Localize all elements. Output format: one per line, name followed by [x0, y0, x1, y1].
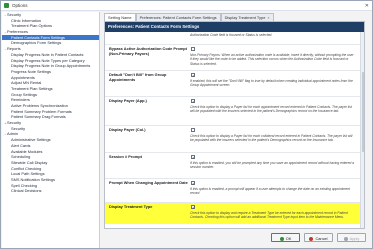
settings-tree: −Security Clinic Information Treatment Pla… — [2, 12, 100, 248]
setting-label: Session # Prompt — [109, 154, 142, 159]
setting-label: Bypass Active Authorization Code Prompt … — [109, 46, 187, 56]
tree-item-label: Treatment Plan Options — [11, 23, 52, 29]
setting-description: Non-Primary Payors: When an active autho… — [190, 53, 354, 66]
setting-checkbox[interactable] — [191, 205, 195, 210]
setting-description: If enabled, this will set the "Don't Bil… — [190, 79, 353, 88]
setting-checkbox[interactable] — [191, 155, 195, 160]
setting-description: Check this option to display and require… — [190, 211, 348, 220]
setting-row: Display Payer (App.) Check this option to… — [105, 96, 360, 125]
button-label: Apply — [349, 236, 360, 241]
tab[interactable]: Setting Name — [104, 13, 136, 21]
tree-item-label: Adjust MN Rental — [11, 80, 42, 86]
ok-icon — [279, 236, 284, 241]
setting-description: Check this option to display a Payer lis… — [190, 134, 353, 143]
tree-item-label: Reminders — [11, 97, 30, 103]
tree-item-label: Appointments — [11, 74, 35, 80]
tree-item-label: Group Settings — [11, 91, 37, 97]
tab-label: Setting Name — [108, 15, 132, 20]
options-window: Options ✕ −Security Clinic Information Tre… — [0, 0, 373, 249]
tree-item-label: Admin — [7, 131, 19, 137]
setting-label: Display Payer (App.) — [109, 98, 147, 103]
setting-checkbox[interactable] — [191, 128, 195, 132]
tree-item-label: Treatment Plan Settings — [11, 85, 53, 91]
setting-description: If this option is enabled, a prompt will… — [190, 187, 350, 196]
tree-item-label: Preferences — [7, 29, 28, 35]
tree-item-label: SMS Notification Settings — [11, 176, 55, 182]
setting-checkbox[interactable] — [191, 73, 195, 78]
tree-item-label: Security — [7, 12, 22, 17]
setting-checkbox[interactable] — [191, 181, 195, 186]
tree-item-label: Scheduling — [11, 154, 31, 160]
tab-strip: Setting Name Preferences: Patient Contact… — [104, 13, 366, 21]
tree-item-label: Reports — [7, 46, 21, 52]
setting-checkbox[interactable] — [191, 99, 195, 104]
tab-label: Display Treatment Type — [224, 15, 266, 20]
tree-item-label: Patient Summary Drag Formats — [11, 114, 66, 120]
tab-label: Preferences: Patient Contacts Form Setti… — [139, 15, 217, 20]
tree-item-label: Clinic Information — [11, 17, 42, 23]
button-label: Cancel — [315, 236, 328, 241]
cancel-icon — [309, 236, 314, 241]
tab[interactable]: Preferences: Patient Contacts Form Setti… — [135, 13, 221, 21]
setting-description: If this option is enabled, you will be p… — [190, 161, 355, 170]
cancel-button[interactable]: Cancel — [304, 233, 333, 242]
window-title: Options — [12, 3, 28, 8]
tree-item-label: Alert Cards — [11, 142, 31, 148]
disabled-icon — [343, 236, 348, 241]
tree-item-label: Progress Note Settings — [11, 68, 52, 74]
tree-item-label: Security — [11, 125, 26, 131]
tree-item-label: Active Problems Synchronization — [11, 103, 68, 108]
tree-item-label: Administrative Settings — [11, 137, 51, 143]
tree-item-label: Sitewide Call Display — [11, 159, 48, 165]
tree-item-label: Display Progress Note Types per Category — [11, 57, 85, 63]
tree-item[interactable]: Clinical Decisions — [2, 188, 99, 194]
setting-row: Default "Don't Bill" from Group Appointm… — [105, 70, 360, 96]
button-label: OK — [285, 236, 292, 241]
title-bar: Options ✕ — [1, 1, 372, 11]
tree-item-label: Display Progress Note in Patient Contact… — [11, 51, 84, 57]
setting-checkbox[interactable] — [191, 47, 195, 51]
scroll-thumb[interactable] — [361, 72, 364, 152]
setting-row: Bypass Active Authorization Code Prompt … — [105, 44, 360, 70]
tree-item-label: Clinical Decisions — [11, 188, 42, 194]
setting-row: Display Treatment Type Check this option … — [105, 202, 360, 224]
tab-close-icon[interactable]: × — [267, 15, 269, 20]
tree-item-label: Security — [7, 120, 22, 126]
tree-item-label: Demographics Form Settings — [11, 40, 62, 46]
close-icon[interactable]: ✕ — [365, 3, 369, 9]
tab[interactable]: Display Treatment Type × — [220, 13, 274, 21]
settings-panel: Preferences: Patient Contacts Form Setti… — [104, 21, 365, 229]
setting-row: Session # Prompt If this option is enable… — [105, 152, 360, 178]
panel-header: Preferences: Patient Contacts Form Setti… — [105, 22, 364, 32]
setting-row: Display Payer (Col.) Check this option to… — [105, 125, 360, 152]
app-icon — [4, 3, 9, 8]
setting-label: Prompt When Changing Appointment Date — [109, 180, 188, 185]
tree-item-label: Conflict Checking — [11, 165, 42, 171]
tree-item-label: Display Progress Note in Group Appointme… — [11, 63, 91, 69]
top-description: Authorization Code field is focused or S… — [190, 33, 273, 37]
setting-description: Check this option to display a Payer lis… — [190, 105, 352, 114]
tree-item-label: Spell Checking — [11, 182, 37, 188]
dialog-buttons: OK Cancel Apply — [271, 233, 367, 242]
tree-item-label: Available Modules — [11, 148, 43, 154]
panel-scrollbar[interactable] — [360, 32, 364, 228]
tree-item-label: Local Path Settings — [11, 171, 45, 177]
disabled-button[interactable]: Apply — [337, 233, 366, 242]
ok-button[interactable]: OK — [271, 233, 300, 242]
setting-label: Display Treatment Type — [109, 204, 153, 209]
tree-item-label: Patient Summary Problem Formats — [11, 108, 72, 114]
setting-label: Display Payer (Col.) — [109, 127, 146, 132]
setting-row: Prompt When Changing Appointment DateIf … — [105, 178, 360, 202]
tree-item-label: Patient Contacts Form Settings — [11, 34, 65, 40]
setting-label: Default "Don't Bill" from Group Appointm… — [109, 72, 167, 82]
